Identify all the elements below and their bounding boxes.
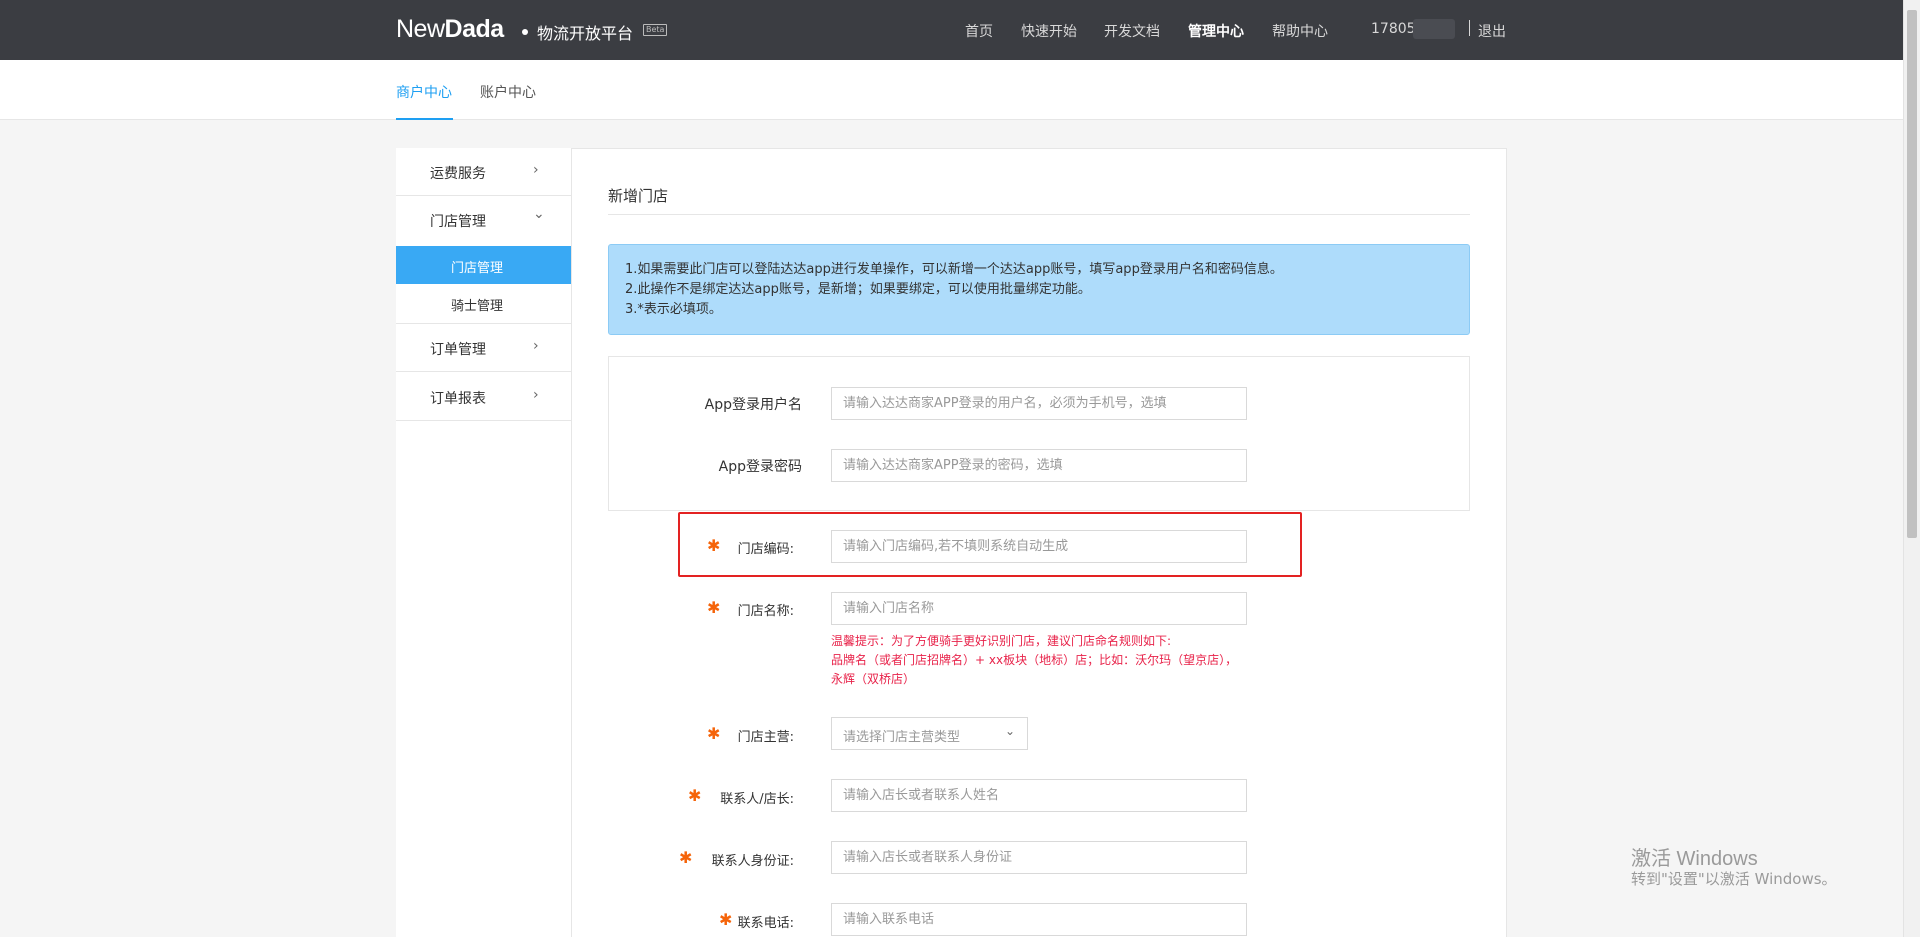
sidebar-subitem-store-management[interactable]: 门店管理 [396,246,571,284]
logout-link[interactable]: 退出 [1478,21,1506,41]
store-type-label: 门店主营: [737,730,794,745]
chevron-right-icon: › [533,162,539,178]
newdada-logo[interactable]: NewDada [396,15,504,44]
sidebar-item-label: 订单管理 [430,342,486,358]
store-type-select[interactable]: 请选择门店主营类型 ⌄ [831,717,1028,750]
store-name-label: 门店名称: [737,604,794,619]
title-divider [608,214,1470,215]
page-scrollbar[interactable] [1903,0,1920,937]
info-notice: 1.如果需要此门店可以登陆达达app进行发单操作，可以新增一个达达app账号，填… [608,244,1470,335]
windows-activation-subtitle: 转到"设置"以激活 Windows。 [1631,870,1837,888]
windows-activation-title: 激活 Windows [1631,848,1758,870]
beta-badge: Beta [643,24,668,36]
app-password-label: App登录密码 [718,459,802,475]
tab-account-center[interactable]: 账户中心 [480,82,536,102]
sidebar-subitem-label: 门店管理 [451,261,504,276]
nav-quick-start[interactable]: 快速开始 [1021,21,1077,41]
id-card-input[interactable] [831,841,1247,874]
nav-docs[interactable]: 开发文档 [1104,21,1160,41]
contact-label: 联系人/店长: [720,792,794,807]
app-username-label: App登录用户名 [704,397,802,413]
active-tab-indicator [396,118,453,120]
chevron-right-icon: › [533,338,539,354]
sidebar-subitem-label: 骑士管理 [451,299,504,314]
sidebar-item-freight-service[interactable]: 运费服务 › [396,148,571,196]
chevron-down-icon: ⌄ [1005,724,1016,738]
nav-home[interactable]: 首页 [965,21,993,41]
id-card-label: 联系人身份证: [711,854,794,869]
store-code-input[interactable] [831,530,1247,563]
phone-label: 联系电话: [737,916,794,931]
nav-help-center[interactable]: 帮助中心 [1272,21,1328,41]
scrollbar-thumb[interactable] [1907,10,1917,538]
store-code-label: 门店编码: [737,542,794,557]
top-navbar: NewDada 物流开放平台 Beta 首页 快速开始 开发文档 管理中心 帮助… [0,0,1903,60]
sidebar-item-order-management[interactable]: 订单管理 › [396,324,571,372]
nav-management-center[interactable]: 管理中心 [1188,21,1244,41]
logo-light-text: New [396,15,445,43]
store-name-hint: 温馨提示：为了方便骑手更好识别门店，建议门店命名规则如下: 品牌名（或者门店招牌… [831,634,1238,686]
user-account-masked [1413,19,1455,39]
app-password-input[interactable] [831,449,1247,482]
app-username-input[interactable] [831,387,1247,420]
logo-dot [522,29,528,35]
platform-name: 物流开放平台 [537,24,634,43]
sidebar: 运费服务 › 门店管理 ⌄ 门店管理 骑士管理 订单管理 › 订单报表 › [396,148,572,937]
sidebar-item-store-management[interactable]: 门店管理 ⌄ [396,196,571,244]
notice-line-1: 1.如果需要此门店可以登陆达达app进行发单操作，可以新增一个达达app账号，填… [625,262,1283,277]
store-name-input[interactable] [831,592,1247,625]
contact-input[interactable] [831,779,1247,812]
store-type-placeholder: 请选择门店主营类型 [843,730,961,745]
logo-bold-text: Dada [444,15,505,43]
phone-input[interactable] [831,903,1247,936]
sub-navbar: 商户中心 账户中心 [0,60,1903,120]
nav-separator [1469,20,1470,36]
app-account-section [608,356,1470,511]
tab-merchant-center[interactable]: 商户中心 [396,82,452,102]
chevron-down-icon: ⌄ [533,206,545,222]
sidebar-item-label: 订单报表 [430,391,486,407]
notice-line-2: 2.此操作不是绑定达达app账号，是新增；如果要绑定，可以使用批量绑定功能。 [625,282,1091,297]
sidebar-item-order-report[interactable]: 订单报表 › [396,373,571,421]
sidebar-item-label: 运费服务 [430,166,486,182]
chevron-right-icon: › [533,387,539,403]
sidebar-subitem-rider-management[interactable]: 骑士管理 [396,284,571,324]
sidebar-item-label: 门店管理 [430,214,486,230]
page-title: 新增门店 [608,187,669,205]
user-account[interactable]: 17805 [1371,21,1416,37]
notice-line-3: 3.*表示必填项。 [625,302,722,317]
